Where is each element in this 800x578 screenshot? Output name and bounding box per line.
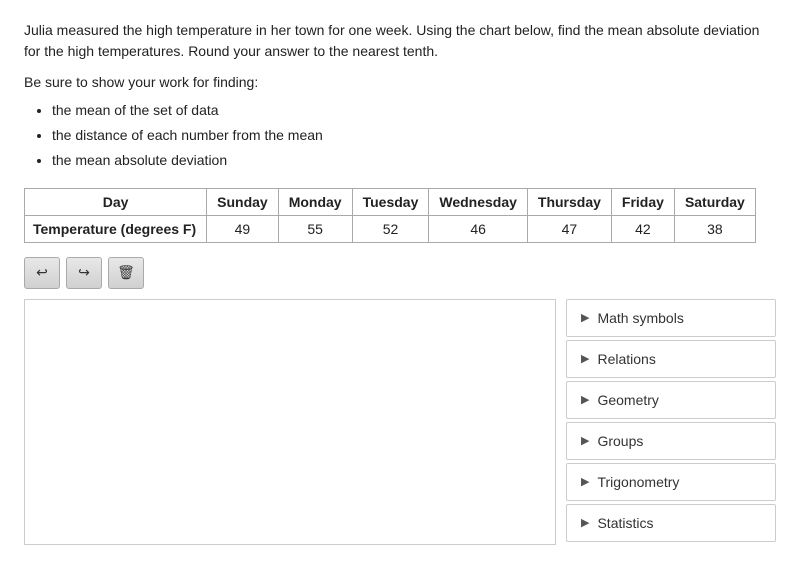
temp-tuesday: 52 xyxy=(352,215,429,242)
row-label-temp: Temperature (degrees F) xyxy=(25,215,207,242)
symbol-math-symbols[interactable]: ▶ Math symbols xyxy=(566,299,776,337)
main-container: Julia measured the high temperature in h… xyxy=(0,0,800,565)
temp-monday: 55 xyxy=(278,215,352,242)
col-header-day: Day xyxy=(25,188,207,215)
symbol-groups[interactable]: ▶ Groups xyxy=(566,422,776,460)
temp-thursday: 47 xyxy=(527,215,611,242)
symbol-geometry[interactable]: ▶ Geometry xyxy=(566,381,776,419)
col-header-wednesday: Wednesday xyxy=(429,188,528,215)
col-header-saturday: Saturday xyxy=(674,188,755,215)
label-geometry: Geometry xyxy=(597,392,658,408)
col-header-tuesday: Tuesday xyxy=(352,188,429,215)
arrow-statistics: ▶ xyxy=(581,516,589,529)
symbol-trigonometry[interactable]: ▶ Trigonometry xyxy=(566,463,776,501)
label-trigonometry: Trigonometry xyxy=(597,474,679,490)
label-groups: Groups xyxy=(597,433,643,449)
bottom-area: ▶ Math symbols ▶ Relations ▶ Geometry ▶ … xyxy=(24,299,776,545)
col-header-friday: Friday xyxy=(611,188,674,215)
temp-saturday: 38 xyxy=(674,215,755,242)
arrow-trigonometry: ▶ xyxy=(581,475,589,488)
arrow-groups: ▶ xyxy=(581,434,589,447)
col-header-monday: Monday xyxy=(278,188,352,215)
show-work-label: Be sure to show your work for finding: xyxy=(24,74,776,90)
question-text: Julia measured the high temperature in h… xyxy=(24,20,776,62)
data-table: Day Sunday Monday Tuesday Wednesday Thur… xyxy=(24,188,756,243)
col-header-sunday: Sunday xyxy=(207,188,279,215)
bullet-list: the mean of the set of data the distance… xyxy=(52,98,776,174)
symbol-relations[interactable]: ▶ Relations xyxy=(566,340,776,378)
arrow-geometry: ▶ xyxy=(581,393,589,406)
temp-friday: 42 xyxy=(611,215,674,242)
label-relations: Relations xyxy=(597,351,655,367)
col-header-thursday: Thursday xyxy=(527,188,611,215)
toolbar: ↩ ↪ 🗑 xyxy=(24,257,776,289)
bullet-item-2: the distance of each number from the mea… xyxy=(52,123,776,148)
bullet-item-3: the mean absolute deviation xyxy=(52,148,776,173)
temp-wednesday: 46 xyxy=(429,215,528,242)
redo-button[interactable]: ↪ xyxy=(66,257,102,289)
symbol-panel: ▶ Math symbols ▶ Relations ▶ Geometry ▶ … xyxy=(566,299,776,545)
delete-button[interactable]: 🗑 xyxy=(108,257,144,289)
bullet-item-1: the mean of the set of data xyxy=(52,98,776,123)
arrow-math-symbols: ▶ xyxy=(581,311,589,324)
label-statistics: Statistics xyxy=(597,515,653,531)
undo-button[interactable]: ↩ xyxy=(24,257,60,289)
label-math-symbols: Math symbols xyxy=(597,310,683,326)
arrow-relations: ▶ xyxy=(581,352,589,365)
symbol-statistics[interactable]: ▶ Statistics xyxy=(566,504,776,542)
answer-box[interactable] xyxy=(24,299,556,545)
temp-sunday: 49 xyxy=(207,215,279,242)
